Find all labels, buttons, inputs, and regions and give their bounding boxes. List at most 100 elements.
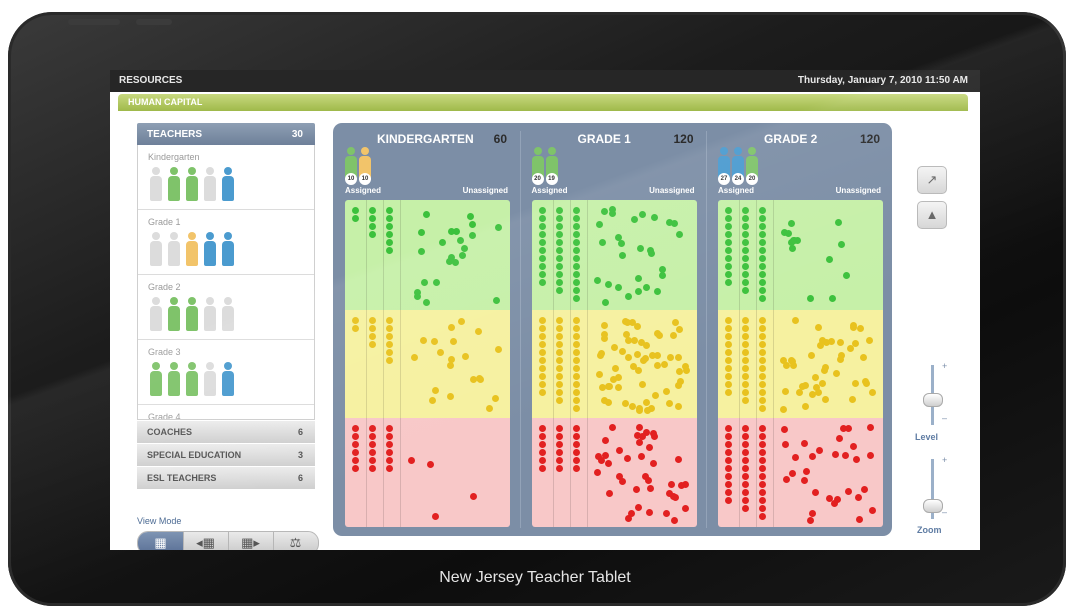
student-dot[interactable] [572,405,580,412]
student-dot[interactable] [725,365,732,372]
student-dot[interactable] [725,449,732,456]
student-dot[interactable] [601,299,609,307]
student-dot[interactable] [555,449,563,456]
assigned-teacher-figure[interactable]: 20 [531,147,544,185]
student-dot[interactable] [461,244,469,252]
student-dot[interactable] [675,230,683,238]
student-dot[interactable] [822,395,830,403]
student-dot[interactable] [369,325,376,332]
student-dot[interactable] [815,447,823,455]
teacher-figure[interactable] [186,167,198,201]
student-dot[interactable] [642,284,650,292]
student-dot[interactable] [759,389,766,396]
student-grid[interactable] [718,200,883,527]
student-dot[interactable] [637,452,645,460]
student-dot[interactable] [725,381,732,388]
student-dot[interactable] [369,341,376,348]
student-dot[interactable] [572,365,580,372]
student-dot[interactable] [742,449,749,456]
student-dot[interactable] [662,387,670,395]
student-dot[interactable] [386,333,393,340]
student-dot[interactable] [742,381,749,388]
student-dot[interactable] [742,373,749,380]
student-dot[interactable] [759,497,766,504]
student-dot[interactable] [676,325,684,333]
student-dot[interactable] [742,263,749,270]
student-dot[interactable] [614,284,622,292]
student-dot[interactable] [759,473,766,480]
student-dot[interactable] [742,271,749,278]
student-dot[interactable] [352,441,359,448]
student-dot[interactable] [854,493,862,501]
student-dot[interactable] [538,333,546,340]
student-dot[interactable] [555,365,563,372]
student-dot[interactable] [419,336,427,344]
student-dot[interactable] [555,231,563,238]
assigned-teacher-figure[interactable]: 10 [345,147,357,185]
student-dot[interactable] [386,349,393,356]
student-dot[interactable] [604,398,612,406]
student-dot[interactable] [759,333,766,340]
student-dot[interactable] [857,324,865,332]
student-dot[interactable] [825,256,833,264]
student-dot[interactable] [759,373,766,380]
student-dot[interactable] [572,295,580,302]
assigned-teacher-figure[interactable]: 24 [732,147,744,185]
student-dot[interactable] [538,357,546,364]
student-dot[interactable] [555,317,563,324]
teacher-figure[interactable] [168,297,180,331]
student-dot[interactable] [538,247,546,254]
student-dot[interactable] [468,220,476,228]
student-dot[interactable] [572,207,580,214]
student-dot[interactable] [369,223,376,230]
student-dot[interactable] [614,384,622,392]
student-dot[interactable] [788,470,796,477]
student-dot[interactable] [470,492,478,500]
student-dot[interactable] [605,382,613,390]
category-item[interactable]: COACHES 6 [137,421,315,443]
student-dot[interactable] [555,239,563,246]
student-dot[interactable] [538,441,546,448]
student-dot[interactable] [572,279,580,286]
student-dot[interactable] [352,425,359,432]
student-dot[interactable] [725,389,732,396]
student-dot[interactable] [494,345,502,353]
student-dot[interactable] [759,317,766,324]
student-dot[interactable] [725,223,732,230]
student-dot[interactable] [742,231,749,238]
student-dot[interactable] [572,357,580,364]
student-dot[interactable] [386,433,393,440]
student-dot[interactable] [555,325,563,332]
student-dot[interactable] [725,271,732,278]
student-dot[interactable] [369,333,376,340]
view-mode-button[interactable]: ▦ [138,532,184,550]
student-dot[interactable] [572,247,580,254]
student-dot[interactable] [445,257,453,265]
student-dot[interactable] [725,473,732,480]
student-dot[interactable] [628,403,636,411]
student-dot[interactable] [639,356,647,364]
student-dot[interactable] [742,397,749,404]
student-dot[interactable] [725,489,732,496]
student-dot[interactable] [386,357,393,364]
student-dot[interactable] [538,255,546,262]
student-dot[interactable] [650,429,658,437]
student-dot[interactable] [759,215,766,222]
student-dot[interactable] [386,465,393,472]
student-dot[interactable] [431,512,439,520]
student-dot[interactable] [759,381,766,388]
student-dot[interactable] [645,508,653,516]
student-dot[interactable] [638,210,646,218]
student-dot[interactable] [369,317,376,324]
view-mode-button[interactable]: ⚖ [273,532,318,550]
student-dot[interactable] [842,451,849,459]
student-dot[interactable] [725,465,732,472]
student-dot[interactable] [596,351,604,359]
teacher-figure[interactable] [150,167,162,201]
student-dot[interactable] [555,279,563,286]
student-dot[interactable] [759,397,766,404]
student-dot[interactable] [605,280,612,288]
teacher-figure[interactable] [204,232,216,266]
student-dot[interactable] [832,370,840,378]
student-dot[interactable] [538,223,546,230]
